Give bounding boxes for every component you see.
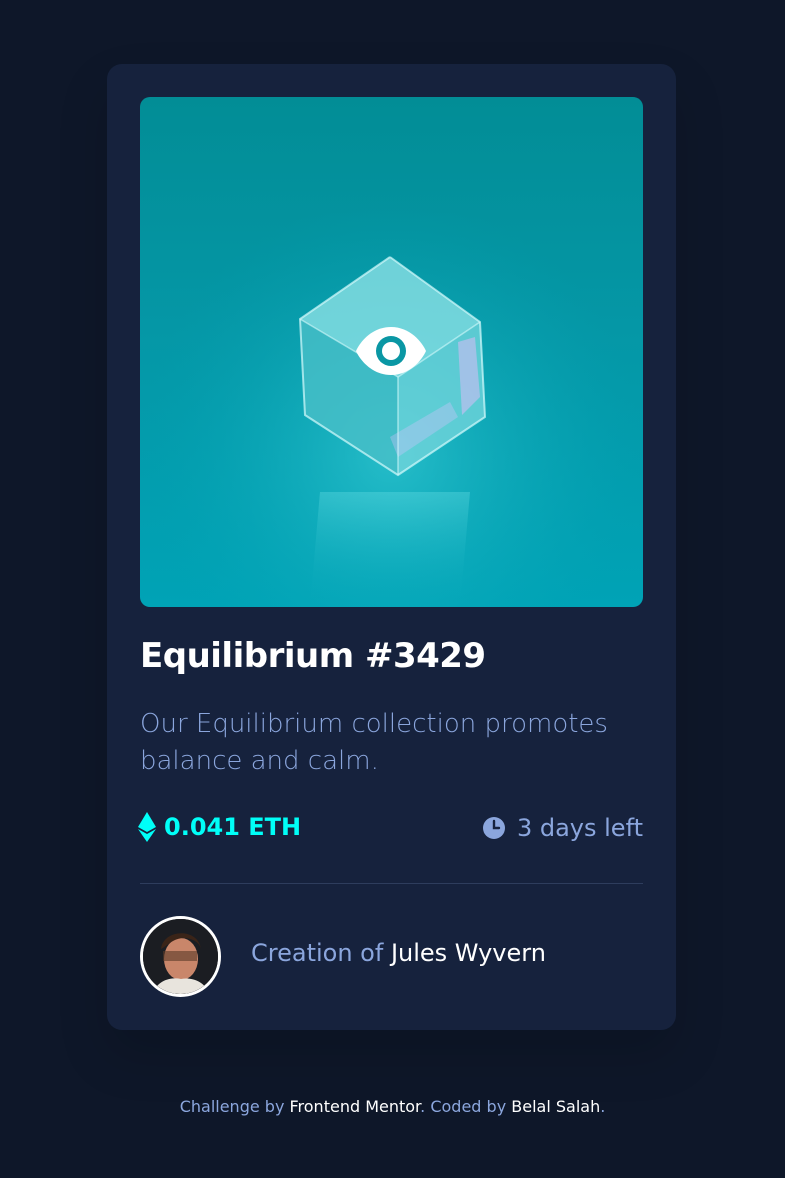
clock-icon	[482, 817, 505, 839]
author-link[interactable]: Belal Salah	[511, 1097, 600, 1116]
eye-icon	[354, 325, 428, 381]
divider	[140, 883, 643, 884]
price: 0.041 ETH	[138, 812, 301, 842]
avatar	[140, 916, 221, 997]
creator-line: Creation of Jules Wyvern	[251, 939, 546, 967]
attribution-middle: . Coded by	[420, 1097, 512, 1116]
attribution-prefix: Challenge by	[179, 1097, 290, 1116]
time-left-value: 3 days left	[516, 814, 643, 842]
nft-title[interactable]: Equilibrium #3429	[140, 636, 486, 676]
nft-description: Our Equilibrium collection promotes bala…	[140, 709, 608, 776]
nft-image[interactable]	[140, 97, 643, 607]
price-value: 0.041 ETH	[164, 813, 302, 841]
time-left: 3 days left	[482, 814, 643, 842]
creator-prefix: Creation of	[251, 939, 391, 967]
creator-name-link[interactable]: Jules Wyvern	[391, 939, 546, 967]
ethereum-icon	[138, 812, 156, 842]
attribution-suffix: .	[600, 1097, 606, 1116]
attribution: Challenge by Frontend Mentor. Coded by B…	[0, 1097, 785, 1116]
nft-card: Equilibrium #3429 Our Equilibrium collec…	[107, 64, 676, 1030]
frontend-mentor-link[interactable]: Frontend Mentor	[290, 1097, 421, 1116]
